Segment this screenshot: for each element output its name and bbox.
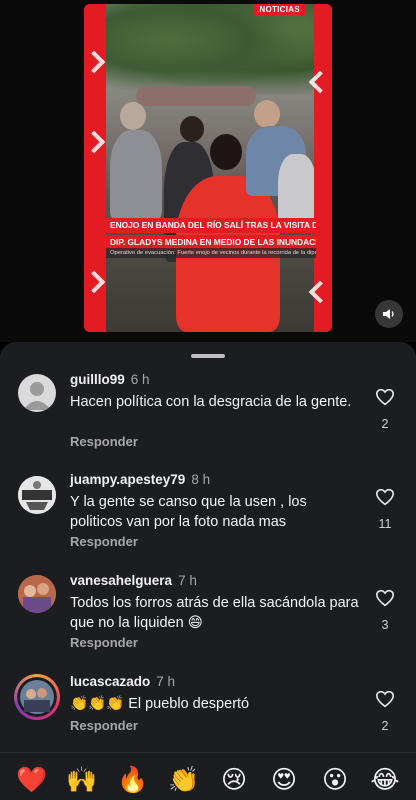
reply-button[interactable]: Responder bbox=[70, 718, 138, 733]
crowd-person bbox=[110, 130, 162, 220]
like-button[interactable]: 2 bbox=[374, 388, 396, 431]
comments-sheet: guilllo99 6 h Hacen política con la desgr… bbox=[0, 342, 416, 800]
comment-header: vanesahelguera 7 h bbox=[70, 573, 197, 588]
background-trees bbox=[106, 4, 314, 94]
caption-line: ENOJO EN BANDA DEL RÍO SALÍ TRAS LA VISI… bbox=[106, 218, 316, 233]
chevron-icon bbox=[308, 280, 332, 304]
comment-text: Y la gente se canso que la usen , los po… bbox=[70, 494, 307, 530]
video-subcaption: Operativo de evacuación: Fuerte enojo de… bbox=[106, 248, 316, 258]
emoji-reaction-bar: ❤️ 🙌 🔥 👏 😢 😍 😮 😂 bbox=[0, 752, 416, 800]
crowd-person bbox=[180, 116, 204, 142]
like-count: 2 bbox=[381, 417, 389, 431]
comment-username[interactable]: lucascazado bbox=[70, 674, 150, 689]
emoji-laughing-button[interactable]: 😂 bbox=[370, 765, 400, 795]
comment-time: 7 h bbox=[178, 573, 197, 588]
comment-header: guilllo99 6 h bbox=[70, 372, 150, 387]
heart-icon bbox=[375, 488, 395, 506]
avatar-story-ring[interactable] bbox=[14, 674, 60, 720]
comment-time: 6 h bbox=[130, 372, 150, 387]
comment-username[interactable]: guilllo99 bbox=[70, 372, 125, 387]
like-button[interactable]: 3 bbox=[374, 589, 396, 632]
reply-button[interactable]: Responder bbox=[70, 534, 138, 549]
avatar[interactable] bbox=[18, 374, 56, 412]
emoji-heart-eyes-button[interactable]: 😍 bbox=[269, 765, 299, 795]
crowd-person bbox=[120, 102, 146, 130]
chevron-icon bbox=[84, 50, 106, 74]
video-thumbnail[interactable]: NOTICIAS ENOJO EN BANDA DEL RÍO SALÍ TRA… bbox=[84, 4, 332, 332]
like-count: 3 bbox=[381, 618, 389, 632]
group-photo-avatar bbox=[18, 575, 56, 613]
like-count: 2 bbox=[381, 719, 389, 733]
reply-button[interactable]: Responder bbox=[70, 635, 138, 650]
like-button[interactable]: 11 bbox=[374, 488, 396, 531]
comment-username[interactable]: vanesahelguera bbox=[70, 573, 172, 588]
comment-header: lucascazado 7 h bbox=[70, 674, 175, 689]
drag-handle[interactable] bbox=[191, 354, 225, 358]
heart-icon bbox=[375, 690, 395, 708]
heart-icon bbox=[375, 589, 395, 607]
like-button[interactable]: 2 bbox=[374, 690, 396, 733]
video-player[interactable]: NOTICIAS ENOJO EN BANDA DEL RÍO SALÍ TRA… bbox=[0, 0, 416, 342]
frame-border-right bbox=[308, 4, 332, 332]
speaker-icon bbox=[383, 309, 394, 319]
comment-text: Todos los forros atrás de ella sacándola… bbox=[70, 595, 359, 631]
team-logo-avatar bbox=[18, 476, 56, 514]
emoji-surprised-button[interactable]: 😮 bbox=[320, 765, 350, 795]
avatar[interactable] bbox=[18, 476, 56, 514]
emoji-fire-button[interactable]: 🔥 bbox=[117, 765, 148, 795]
news-tag: NOTICIAS bbox=[253, 4, 306, 15]
comment-time: 7 h bbox=[156, 674, 176, 689]
heart-icon bbox=[375, 388, 395, 406]
emoji-crying-button[interactable]: 😢 bbox=[219, 765, 249, 795]
sound-toggle-button[interactable] bbox=[375, 300, 403, 328]
default-avatar-icon bbox=[23, 382, 51, 410]
emoji-clap-button[interactable]: 👏 bbox=[168, 765, 199, 795]
crowd-person bbox=[254, 100, 280, 128]
comment-time: 8 h bbox=[191, 472, 211, 487]
crowd-background bbox=[136, 86, 256, 106]
comment-text: Hacen política con la desgracia de la ge… bbox=[70, 394, 352, 410]
crowd-person bbox=[210, 134, 242, 170]
like-count: 11 bbox=[378, 517, 392, 531]
chevron-icon bbox=[84, 130, 106, 154]
emoji-raised-hands-button[interactable]: 🙌 bbox=[66, 765, 97, 795]
comment-header: juampy.apestey79 8 h bbox=[70, 472, 210, 487]
crowd-person bbox=[278, 154, 316, 224]
chevron-icon bbox=[84, 270, 106, 294]
comment-text: 👏👏👏 El pueblo despertó bbox=[70, 696, 250, 712]
emoji-heart-button[interactable]: ❤️ bbox=[16, 765, 47, 795]
video-caption: ENOJO EN BANDA DEL RÍO SALÍ TRAS LA VISI… bbox=[106, 218, 316, 250]
frame-border-left bbox=[84, 4, 106, 332]
avatar[interactable] bbox=[18, 575, 56, 613]
comment-username[interactable]: juampy.apestey79 bbox=[70, 472, 185, 487]
reply-button[interactable]: Responder bbox=[70, 434, 138, 449]
couple-photo-avatar bbox=[17, 677, 57, 717]
